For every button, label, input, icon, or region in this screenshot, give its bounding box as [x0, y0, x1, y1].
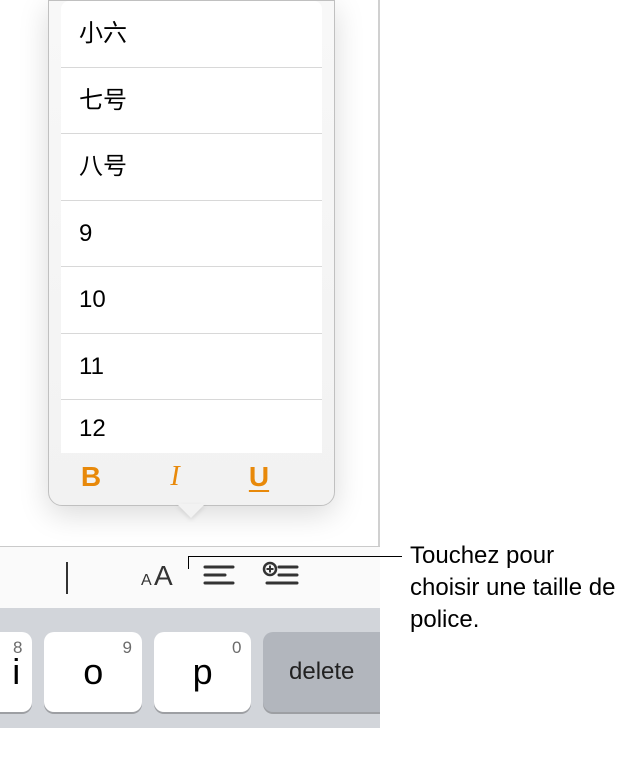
text-style-toolbar: B I U	[49, 453, 334, 505]
underline-button[interactable]: U	[243, 461, 275, 493]
text-align-button[interactable]	[188, 554, 250, 602]
font-size-button[interactable]: A A	[126, 554, 188, 602]
keyboard-key[interactable]: 8 i	[0, 632, 32, 712]
font-size-list[interactable]: 小六 七号 八号 9 10 11 12	[61, 1, 322, 453]
list-item[interactable]: 小六	[61, 1, 322, 68]
key-main-label: p	[193, 651, 213, 693]
key-alt-label: 8	[13, 638, 22, 658]
on-screen-keyboard: 8 i 9 o 0 p delete	[0, 608, 380, 728]
font-size-icon: A A	[135, 553, 179, 602]
delete-key[interactable]: delete	[263, 632, 380, 712]
callout-text: Touchez pour choisir une taille de polic…	[410, 540, 620, 636]
text-cursor	[66, 562, 68, 594]
key-main-label: delete	[289, 658, 354, 686]
list-item[interactable]: 12	[61, 400, 322, 448]
align-icon	[197, 553, 241, 602]
svg-text:A: A	[141, 572, 152, 589]
list-item[interactable]: 八号	[61, 134, 322, 201]
bold-button[interactable]: B	[75, 461, 107, 493]
font-size-popover: 小六 七号 八号 9 10 11 12 B I U	[48, 0, 335, 506]
svg-text:A: A	[154, 560, 173, 591]
key-alt-label: 0	[232, 638, 241, 658]
list-item[interactable]: 10	[61, 267, 322, 334]
list-item[interactable]: 9	[61, 201, 322, 268]
italic-button[interactable]: I	[159, 461, 191, 493]
keyboard-key[interactable]: 0 p	[154, 632, 251, 712]
list-plus-icon	[259, 553, 303, 602]
format-bar: A A	[0, 546, 380, 608]
list-item[interactable]: 七号	[61, 68, 322, 135]
key-main-label: o	[83, 651, 103, 693]
keyboard-key[interactable]: 9 o	[44, 632, 141, 712]
list-item[interactable]: 11	[61, 334, 322, 401]
key-alt-label: 9	[122, 638, 131, 658]
insert-list-button[interactable]	[250, 554, 312, 602]
